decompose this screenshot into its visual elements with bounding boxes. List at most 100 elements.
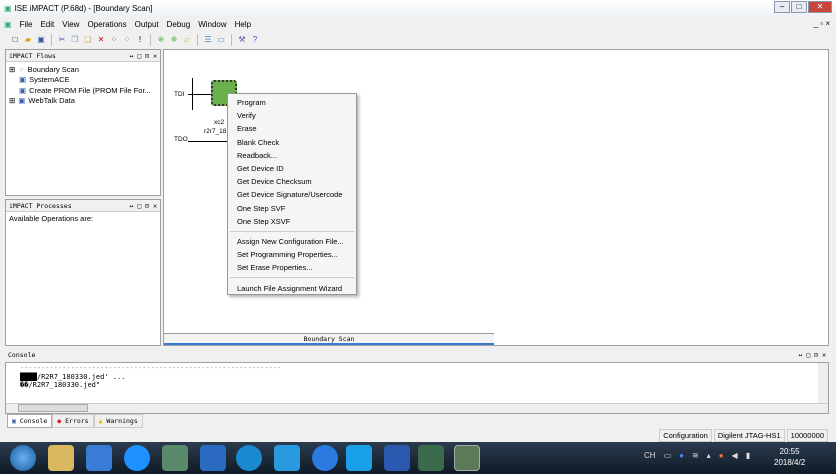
window-icon[interactable]: ▭ — [216, 35, 226, 45]
media-player-icon[interactable] — [86, 445, 112, 471]
console-tabs: ▣ Console ● Errors ▲ Warnings — [7, 414, 143, 428]
console-rule: ----------------------------------------… — [20, 365, 282, 372]
doc-icon: ▣ — [19, 75, 27, 85]
menu-item-one-step-svf[interactable]: One Step SVF — [228, 202, 356, 215]
copy-icon[interactable]: ❐ — [70, 35, 80, 45]
vertical-scrollbar[interactable] — [818, 363, 828, 403]
menu-item-launch-wizard[interactable]: Launch File Assignment Wizard — [228, 281, 356, 294]
menu-item-assign-config[interactable]: Assign New Configuration File... — [228, 235, 356, 248]
app-menu-icon[interactable]: ▣ — [4, 20, 12, 29]
menu-item-erase[interactable]: Erase — [228, 122, 356, 135]
minimize-button[interactable]: – — [774, 1, 790, 13]
info-icon[interactable]: ! — [135, 35, 145, 45]
ie-icon[interactable] — [312, 445, 338, 471]
cloud-icon[interactable] — [274, 445, 300, 471]
wrench-icon[interactable]: ⚒ — [237, 35, 247, 45]
menu-view[interactable]: View — [62, 20, 79, 29]
new-icon[interactable]: □ — [10, 35, 20, 45]
volume-icon: ◀ — [731, 451, 738, 460]
doc-icon: ▣ — [18, 96, 26, 106]
status-mode: Configuration — [659, 429, 712, 442]
processes-panel: iMPACT Processes ↔ □ ⊡ ✕ Available Operat… — [5, 199, 161, 346]
title-bar: ▣ ISE iMPACT (P.68d) - [Boundary Scan] — [0, 0, 836, 17]
console-header: Console ↔ □ ⊡ ✕ — [5, 349, 829, 361]
cut-icon[interactable]: ✂ — [57, 35, 67, 45]
flow-webtalk[interactable]: ⊞ ▣ WebTalk Data — [9, 96, 157, 107]
close-button[interactable]: ✕ — [808, 1, 832, 13]
iu-icon[interactable] — [124, 445, 150, 471]
console-line: ��/R2R7_180330.jed" — [20, 381, 101, 389]
panel-controls[interactable]: ↔ □ ⊡ ✕ — [799, 351, 826, 359]
context-menu: Program Verify Erase Blank Check Readbac… — [227, 93, 357, 295]
processes-title: iMPACT Processes — [9, 201, 72, 210]
tab-warnings[interactable]: ▲ Warnings — [93, 414, 143, 428]
help-tray-icon: ● — [679, 451, 684, 460]
menu-item-set-programming[interactable]: Set Programming Properties... — [228, 248, 356, 261]
menu-edit[interactable]: Edit — [40, 20, 54, 29]
flow-boundary-scan[interactable]: ⊞ ⁘ Boundary Scan — [9, 64, 157, 75]
menu-window[interactable]: Window — [198, 20, 226, 29]
flow-systemace[interactable]: ▣ SystemACE — [9, 75, 157, 86]
mdi-controls[interactable]: _ ▫ × — [814, 19, 830, 28]
start-button[interactable] — [10, 445, 36, 471]
explorer-icon[interactable] — [48, 445, 74, 471]
device-file: r2r7_18 — [204, 128, 227, 135]
maximize-button[interactable]: □ — [791, 1, 807, 13]
clock[interactable]: 20:55 2018/4/2 — [774, 446, 805, 468]
menu-separator — [230, 230, 354, 232]
tab-boundary-scan[interactable]: Boundary Scan — [164, 333, 494, 345]
menu-debug[interactable]: Debug — [167, 20, 191, 29]
taskbar: CH ▭ ● ≋ ▴ ● ◀ ▮ 20:55 2018/4/2 — [0, 442, 836, 474]
flows-title: iMPACT Flows — [9, 51, 56, 60]
help-icon[interactable]: ? — [250, 35, 260, 45]
chain2-icon[interactable]: ⁘ — [122, 35, 132, 45]
menu-operations[interactable]: Operations — [87, 20, 126, 29]
tab-console[interactable]: ▣ Console — [7, 414, 53, 428]
menu-item-blank-check[interactable]: Blank Check — [228, 136, 356, 149]
app-icon[interactable] — [200, 445, 226, 471]
cascade-icon[interactable]: ☰ — [203, 35, 213, 45]
impact-taskbar-icon[interactable] — [454, 445, 480, 471]
delete-icon[interactable]: ✕ — [96, 35, 106, 45]
window-controls: – □ ✕ — [774, 1, 832, 13]
menu-file[interactable]: File — [20, 20, 33, 29]
initialize-chain-icon[interactable]: ⁜ — [156, 35, 166, 45]
menu-item-verify[interactable]: Verify — [228, 109, 356, 122]
system-tray[interactable]: CH ▭ ● ≋ ▴ ● ◀ ▮ — [644, 451, 750, 460]
menu-item-get-device-id[interactable]: Get Device ID — [228, 162, 356, 175]
console-output[interactable]: ----------------------------------------… — [5, 362, 829, 414]
open-icon[interactable]: ▰ — [23, 35, 33, 45]
app-icon[interactable] — [162, 445, 188, 471]
chain-icon[interactable]: ⁘ — [109, 35, 119, 45]
app-icon: ▣ — [4, 4, 12, 13]
power-icon: ▮ — [745, 451, 751, 460]
tab-errors[interactable]: ● Errors — [52, 414, 94, 428]
app-icon[interactable] — [418, 445, 444, 471]
word-icon[interactable] — [384, 445, 410, 471]
k-icon[interactable] — [236, 445, 262, 471]
menu-help[interactable]: Help — [235, 20, 251, 29]
flow-create-prom[interactable]: ▣ Create PROM File (PROM File For... — [9, 85, 157, 96]
cable-icon[interactable]: ⁜ — [169, 35, 179, 45]
console-line: ████/R2R7_180330.jed' ... — [20, 373, 126, 381]
app-icon[interactable] — [346, 445, 372, 471]
horizontal-scrollbar[interactable] — [6, 403, 828, 413]
menu-output[interactable]: Output — [135, 20, 159, 29]
menu-item-readback[interactable]: Readback... — [228, 149, 356, 162]
keyboard-icon: ▭ — [663, 451, 672, 460]
app-tray-icon: ● — [718, 451, 724, 460]
erase-icon[interactable]: ▱ — [182, 35, 192, 45]
menu-item-get-signature[interactable]: Get Device Signature/Usercode — [228, 188, 356, 201]
menu-separator — [230, 277, 354, 279]
menu-item-program[interactable]: Program — [228, 96, 356, 109]
menu-item-set-erase[interactable]: Set Erase Properties... — [228, 261, 356, 274]
menu-item-one-step-xsvf[interactable]: One Step XSVF — [228, 215, 356, 228]
menu-bar: ▣ File Edit View Operations Output Debug… — [0, 17, 836, 32]
save-icon[interactable]: ▣ — [36, 35, 46, 45]
panel-controls[interactable]: ↔ □ ⊡ ✕ — [130, 52, 157, 60]
processes-text: Available Operations are: — [9, 214, 94, 223]
panel-controls[interactable]: ↔ □ ⊡ ✕ — [130, 202, 157, 210]
menu-item-get-checksum[interactable]: Get Device Checksum — [228, 175, 356, 188]
paste-icon[interactable]: ❏ — [83, 35, 93, 45]
status-speed: 10000000 — [786, 429, 828, 442]
